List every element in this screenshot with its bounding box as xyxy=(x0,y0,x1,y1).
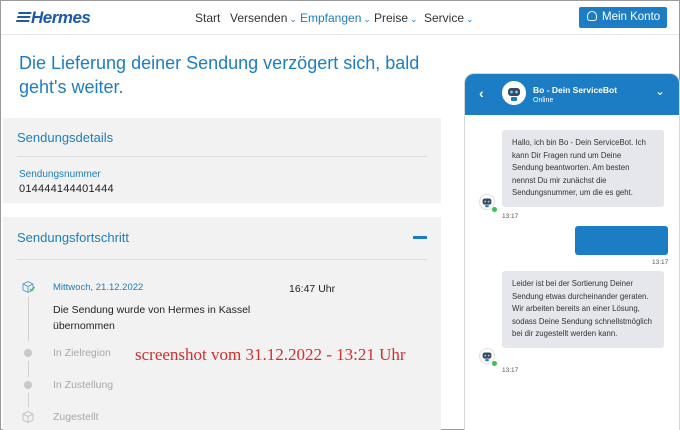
nav-label: Versenden xyxy=(230,11,288,25)
chevron-down-icon: ⌄ xyxy=(289,14,297,24)
hermes-logo-mark-icon xyxy=(15,12,32,24)
online-indicator xyxy=(492,361,497,366)
nav-preise[interactable]: Preise ⌄ xyxy=(374,11,418,25)
page-title: Die Lieferung deiner Sendung verzögert s… xyxy=(19,53,420,97)
logo-text: Hermes xyxy=(31,8,91,27)
nav-versenden[interactable]: Versenden ⌄ xyxy=(230,11,297,25)
chevron-down-icon: ⌄ xyxy=(466,14,474,24)
shipment-number-label: Sendungsnummer xyxy=(19,169,101,180)
package-picked-up-icon xyxy=(22,280,35,294)
collapse-minus-icon[interactable] xyxy=(413,236,427,239)
nav-label: Service xyxy=(424,11,465,25)
online-indicator xyxy=(492,207,497,212)
timeline-line xyxy=(28,297,29,341)
timeline-dot xyxy=(24,381,32,389)
nav-label: Start xyxy=(195,11,221,25)
chevron-down-icon: ⌄ xyxy=(363,14,371,24)
event-date: Mittwoch, 21.12.2022 xyxy=(53,282,144,293)
step-in-zielregion: In Zielregion xyxy=(53,347,111,359)
bot-avatar xyxy=(502,81,526,105)
bot-status: Online xyxy=(533,97,554,104)
timeline-line xyxy=(28,393,29,407)
details-title: Sendungsdetails xyxy=(17,130,114,145)
message-timestamp: 13:17 xyxy=(652,259,669,266)
nav-label: Preise xyxy=(374,11,409,25)
chat-header: ‹ Bo - Dein ServiceBot Online ⌄ xyxy=(465,74,679,115)
user-icon xyxy=(587,11,597,21)
nav-service[interactable]: Service ⌄ xyxy=(424,11,474,25)
nav-label: Empfangen xyxy=(300,11,362,25)
event-description: Die Sendung wurde von Hermes in Kassel ü… xyxy=(53,304,251,332)
chevron-left-icon[interactable]: ‹ xyxy=(479,85,484,101)
screenshot-timestamp-annotation: screenshot vom 31.12.2022 - 13:21 Uhr xyxy=(135,345,406,364)
shipment-number-value: 014444144401444 xyxy=(19,183,114,195)
divider xyxy=(17,259,427,260)
top-navigation-bar: Hermes Start Versenden ⌄ Empfangen ⌄ Preis… xyxy=(1,1,679,35)
progress-title: Sendungsfortschritt xyxy=(17,230,130,245)
message-timestamp: 13:17 xyxy=(502,213,519,220)
package-delivered-icon xyxy=(22,410,34,424)
user-message xyxy=(575,226,668,255)
bot-name: Bo - Dein ServiceBot xyxy=(533,85,618,95)
servicebot-chat-window: ‹ Bo - Dein ServiceBot Online ⌄ Hallo, i… xyxy=(464,73,680,430)
event-time: 16:47 Uhr xyxy=(289,283,336,295)
account-button-label: Mein Konto xyxy=(602,11,661,23)
timeline-dot xyxy=(24,349,32,357)
chevron-down-icon: ⌄ xyxy=(410,14,418,24)
step-zugestellt: Zugestellt xyxy=(53,411,99,423)
mein-konto-button[interactable]: Mein Konto xyxy=(579,7,667,28)
hermes-logo[interactable]: Hermes xyxy=(15,8,91,28)
bot-message: Leider ist bei der Sortierung Deiner Sen… xyxy=(502,271,664,348)
nav-empfangen[interactable]: Empfangen ⌄ xyxy=(300,11,371,25)
message-timestamp: 13:17 xyxy=(502,367,519,374)
minimize-chevron-down-icon[interactable]: ⌄ xyxy=(655,84,665,98)
step-in-zustellung: In Zustellung xyxy=(53,379,114,391)
timeline-line xyxy=(28,361,29,377)
divider xyxy=(17,156,427,157)
nav-start[interactable]: Start xyxy=(195,11,220,25)
bot-message: Hallo, ich bin Bo - Dein ServiceBot. Ich… xyxy=(502,130,664,207)
